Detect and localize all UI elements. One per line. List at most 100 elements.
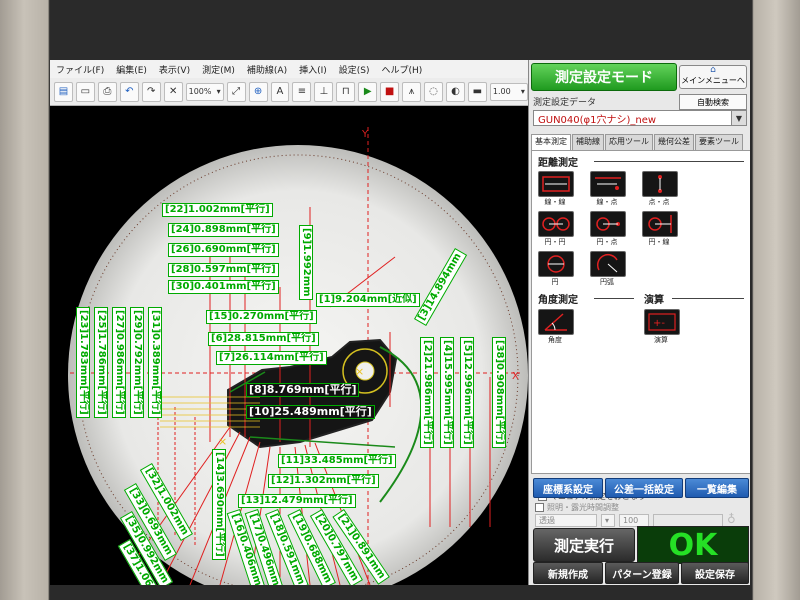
angle-button[interactable] bbox=[538, 309, 574, 335]
delete-icon[interactable]: ✕ bbox=[163, 81, 183, 102]
tool-caption: 円 bbox=[551, 278, 559, 286]
zoom-in-icon[interactable]: ⊕ bbox=[248, 81, 268, 102]
align-icon[interactable]: ≡ bbox=[292, 81, 312, 102]
dim-label-vertical[interactable]: [5]12.996mm[平行] bbox=[460, 337, 474, 448]
dim-label-vertical[interactable]: [9]1.992mm bbox=[299, 225, 313, 300]
dim-label-vertical[interactable]: [4]15.995mm[平行] bbox=[440, 337, 454, 448]
light-adjust-checkbox[interactable] bbox=[535, 503, 544, 512]
menu-measure[interactable]: 測定(M) bbox=[196, 63, 241, 76]
open-icon[interactable]: ▤ bbox=[54, 81, 73, 102]
fit-icon[interactable]: ⤢ bbox=[226, 81, 246, 102]
tool-caption: 円・点 bbox=[596, 238, 618, 246]
dim-label[interactable]: [12]1.302mm[平行] bbox=[268, 474, 379, 488]
light-mode-value: 透過 bbox=[539, 516, 555, 525]
line-point-icon bbox=[595, 177, 621, 190]
circle-icon[interactable]: ◌ bbox=[424, 81, 443, 102]
angle-icon bbox=[544, 313, 567, 331]
line-line-icon bbox=[542, 176, 570, 192]
save-icon[interactable]: ▭ bbox=[75, 81, 95, 102]
dim-label-vertical[interactable]: [14]3.690mm[平行] bbox=[212, 449, 226, 560]
settings-save-button[interactable]: 設定保存 bbox=[681, 562, 749, 584]
light-mode-select[interactable]: 透過 bbox=[535, 514, 597, 527]
dim-label-vertical[interactable]: [29]0.792mm[平行] bbox=[130, 307, 144, 418]
circle-circle-icon bbox=[542, 217, 570, 231]
dim-label[interactable]: [28]0.597mm[平行] bbox=[168, 263, 279, 277]
dim-label[interactable]: [8]8.769mm[平行] bbox=[246, 383, 360, 397]
menu-settings[interactable]: 設定(S) bbox=[333, 63, 376, 76]
dim-label[interactable]: [24]0.898mm[平行] bbox=[168, 223, 279, 237]
circle-line-button[interactable] bbox=[642, 211, 678, 237]
tool-caption: 線・線 bbox=[544, 198, 566, 206]
fill-icon[interactable]: ▬ bbox=[467, 81, 487, 102]
circle-circle-button[interactable] bbox=[538, 211, 574, 237]
tab-element[interactable]: 要素ツール bbox=[695, 134, 743, 150]
circle-button[interactable] bbox=[538, 251, 574, 277]
list-edit-button[interactable]: 一覧編集 bbox=[685, 478, 749, 498]
detect-icon[interactable]: ⩚ bbox=[402, 81, 422, 102]
line-line-button[interactable] bbox=[538, 171, 574, 197]
main-menu-button[interactable]: ⌂ メインメニューへ bbox=[679, 65, 747, 89]
redo-icon[interactable]: ↷ bbox=[141, 81, 161, 102]
tool-edge-icon[interactable]: ⊓ bbox=[336, 81, 356, 102]
pattern-register-button[interactable]: パターン登録 bbox=[605, 562, 679, 584]
dim-label[interactable]: [26]0.690mm[平行] bbox=[168, 243, 279, 257]
dim-label-vertical[interactable]: [25]1.786mm[平行] bbox=[94, 307, 108, 418]
line-point-button[interactable] bbox=[590, 171, 626, 197]
bulb-icon: ♁ bbox=[727, 512, 736, 526]
dim-label-vertical[interactable]: [31]0.389mm[平行] bbox=[148, 307, 162, 418]
menu-file[interactable]: ファイル(F) bbox=[50, 63, 110, 76]
dim-label-vertical[interactable]: [27]0.986mm[平行] bbox=[112, 307, 126, 418]
auto-search-button[interactable]: 自動検索 bbox=[679, 94, 747, 110]
chevron-down-icon: ▾ bbox=[216, 87, 221, 96]
tab-geometric[interactable]: 幾何公差 bbox=[654, 134, 694, 150]
data-select-value: GUN040(φ1穴ナシ)_new bbox=[538, 114, 657, 126]
circle-point-button[interactable] bbox=[590, 211, 626, 237]
play-icon[interactable]: ▶ bbox=[358, 81, 378, 102]
section-calc: 演算 bbox=[644, 295, 664, 306]
dim-label[interactable]: [22]1.002mm[平行] bbox=[162, 203, 273, 217]
light-slider-step[interactable]: ▾ bbox=[601, 514, 615, 527]
dim-label-vertical[interactable]: [2]21.986mm[平行] bbox=[420, 337, 434, 448]
tool-caption: 点・点 bbox=[648, 198, 670, 206]
dim-label[interactable]: [7]26.114mm[平行] bbox=[216, 351, 327, 365]
tolerance-setting-button[interactable]: 公差一括設定 bbox=[605, 478, 683, 498]
measurement-view[interactable]: Y X × × [22]1.002mm[平行] [24]0.898mm[平行] … bbox=[50, 107, 528, 585]
measure-exec-button[interactable]: 測定実行 bbox=[533, 528, 635, 562]
menu-help[interactable]: ヘルプ(H) bbox=[376, 63, 429, 76]
tool-line-icon[interactable]: ⊥ bbox=[314, 81, 334, 102]
dim-label-vertical[interactable]: [38]0.908mm[平行] bbox=[492, 337, 506, 448]
undo-icon[interactable]: ↶ bbox=[119, 81, 139, 102]
menu-view[interactable]: 表示(V) bbox=[153, 63, 196, 76]
dim-label[interactable]: [11]33.485mm[平行] bbox=[278, 454, 396, 468]
dim-label[interactable]: [6]28.815mm[平行] bbox=[208, 332, 319, 346]
coord-setting-button[interactable]: 座標系設定 bbox=[533, 478, 603, 498]
dim-label-vertical[interactable]: [23]1.783mm[平行] bbox=[76, 307, 90, 418]
arc-button[interactable] bbox=[590, 251, 626, 277]
zoom2-select[interactable]: 1.00 ▾ bbox=[489, 82, 528, 101]
dim-label[interactable]: [30]0.401mm[平行] bbox=[168, 280, 279, 294]
calc-button[interactable]: +- bbox=[644, 309, 680, 335]
light-adjust-label: 照明・露光時間調整 bbox=[547, 503, 619, 512]
light-adjust-row[interactable]: 照明・露光時間調整 bbox=[535, 502, 619, 513]
stop-icon[interactable]: ■ bbox=[380, 81, 400, 102]
svg-text:+-: +- bbox=[653, 318, 665, 329]
zoom-select[interactable]: 100% ▾ bbox=[185, 82, 224, 101]
tab-aux[interactable]: 補助線 bbox=[572, 134, 604, 150]
data-select[interactable]: GUN040(φ1穴ナシ)_new ▼ bbox=[533, 110, 747, 126]
dim-label[interactable]: [1]9.204mm[近似] bbox=[316, 293, 420, 307]
dim-label[interactable]: [13]12.479mm[平行] bbox=[238, 494, 356, 508]
new-button[interactable]: 新規作成 bbox=[533, 562, 603, 584]
dim-label[interactable]: [10]25.489mm[平行] bbox=[246, 405, 375, 419]
text-icon[interactable]: A bbox=[270, 81, 290, 102]
tab-applied[interactable]: 応用ツール bbox=[605, 134, 653, 150]
tab-basic[interactable]: 基本測定 bbox=[531, 134, 571, 150]
chevron-down-icon: ▼ bbox=[731, 111, 746, 125]
menu-edit[interactable]: 編集(E) bbox=[110, 63, 153, 76]
point-point-button[interactable] bbox=[642, 171, 678, 197]
menu-aux-line[interactable]: 補助線(A) bbox=[241, 63, 293, 76]
color-icon[interactable]: ◐ bbox=[446, 81, 465, 102]
menu-insert[interactable]: 挿入(I) bbox=[293, 63, 333, 76]
print-icon[interactable]: ⎙ bbox=[97, 81, 117, 102]
dim-label[interactable]: [15]0.270mm[平行] bbox=[206, 310, 317, 324]
y-axis-label: Y bbox=[361, 129, 369, 140]
